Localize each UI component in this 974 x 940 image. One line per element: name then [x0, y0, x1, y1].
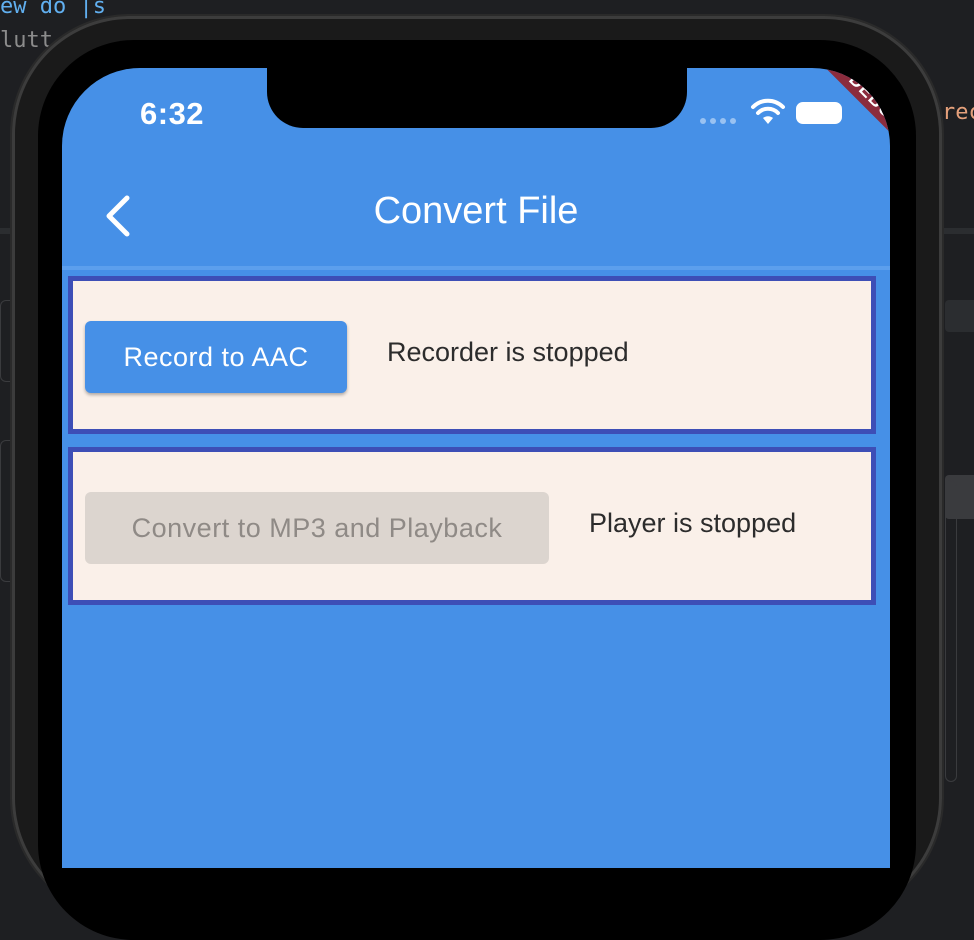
- status-time: 6:32: [140, 96, 205, 131]
- record-to-aac-button[interactable]: Record to AAC: [85, 321, 347, 393]
- app-bar: Convert File: [62, 166, 890, 270]
- recorder-card: Record to AAC Recorder is stopped: [68, 276, 876, 434]
- device-notch: [267, 68, 687, 128]
- background-panel: [945, 300, 974, 332]
- battery-icon: [796, 102, 842, 124]
- background-panel: [945, 480, 957, 782]
- convert-to-mp3-button[interactable]: Convert to MP3 and Playback: [85, 492, 549, 564]
- cellular-signal-icon: [700, 118, 736, 124]
- wifi-icon: [750, 98, 786, 131]
- page-title: Convert File: [373, 190, 579, 232]
- background-code-line-2: lutt: [0, 28, 53, 53]
- player-status: Player is stopped: [589, 508, 797, 538]
- background-code-line-1: ew do |s: [0, 0, 106, 19]
- app-screen: 6:32 DEBUG Convert File Record to AAC Re…: [62, 68, 890, 868]
- app-bar-divider: [62, 266, 890, 270]
- player-card: Convert to MP3 and Playback Player is st…: [68, 447, 876, 605]
- recorder-status: Recorder is stopped: [387, 337, 629, 367]
- background-code-fragment-right: rec: [942, 100, 974, 125]
